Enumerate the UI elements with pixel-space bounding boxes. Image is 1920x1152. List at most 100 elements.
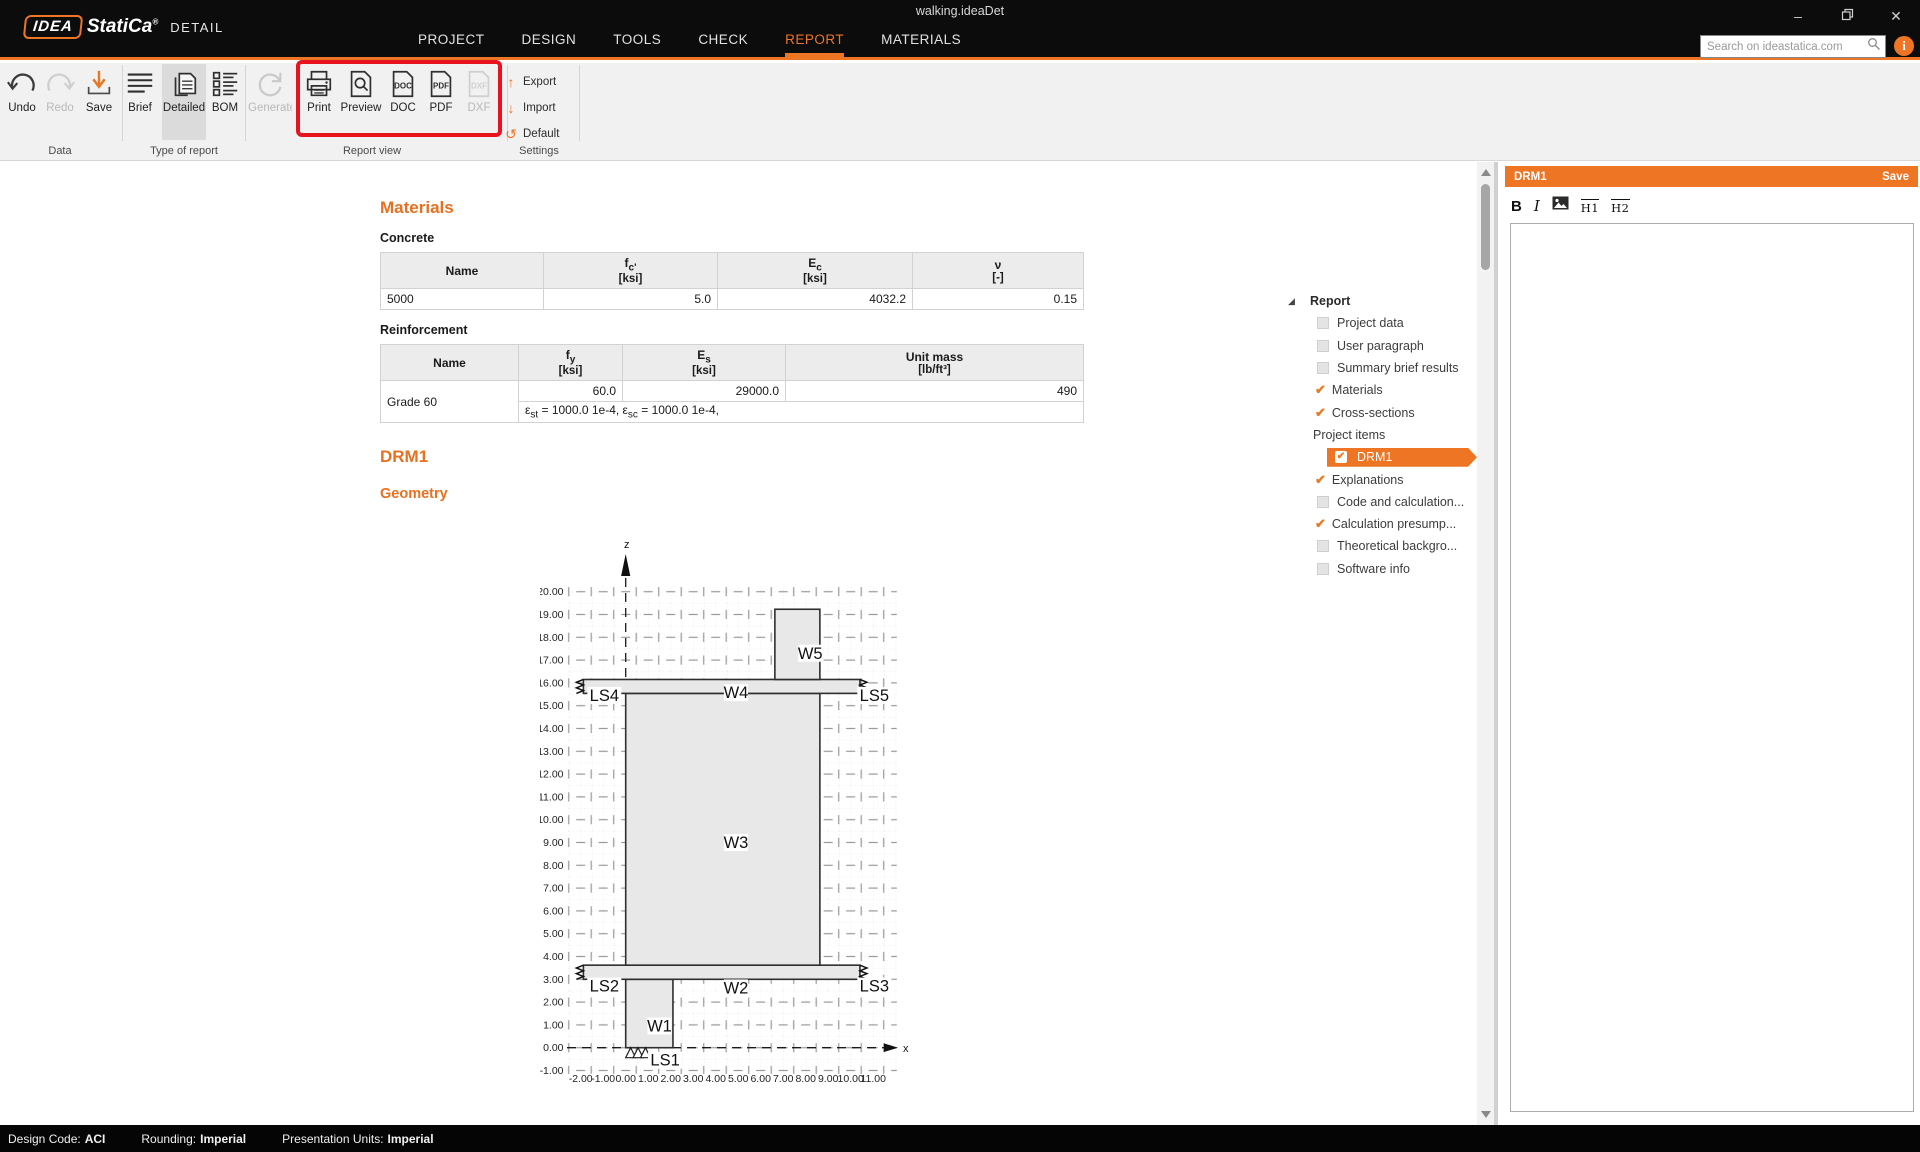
svg-text:11.00: 11.00 [860,1073,886,1085]
tree-item-code-and-calculation[interactable]: Code and calculation... [1285,491,1485,513]
status-design-code: Design Code:ACI [8,1132,105,1146]
tab-project[interactable]: PROJECT [418,26,485,57]
title-bar: walking.ideaDet IDEA StatiCa® DETAIL PRO… [0,0,1920,60]
editor-save-button[interactable]: Save [1882,171,1909,183]
expander-icon[interactable]: ◢ [1285,296,1310,307]
tree-item-calculation-presump[interactable]: ✔Calculation presump... [1285,513,1485,535]
ribbon-separator [245,65,246,141]
scroll-down-icon[interactable] [1481,1111,1491,1118]
checkbox-unchecked-icon[interactable] [1317,362,1329,374]
default-settings-button[interactable]: ↺ Default [505,122,559,146]
tree-item-summary-brief-results[interactable]: Summary brief results [1285,357,1485,379]
wall-W1 [626,979,673,1047]
window-controls: – ✕ [1784,8,1910,25]
scrollbar-thumb[interactable] [1481,184,1490,270]
italic-button[interactable]: I [1534,197,1540,215]
group-label-data: Data [30,145,90,157]
close-button[interactable]: ✕ [1882,8,1910,25]
tree-item-cross-sections[interactable]: ✔Cross-sections [1285,401,1485,423]
preview-button[interactable]: Preview [339,64,383,140]
brief-button[interactable]: Brief [118,64,162,140]
paragraph-text-area[interactable] [1510,223,1914,1112]
tree-item-user-paragraph[interactable]: User paragraph [1285,335,1485,357]
geometry-heading: Geometry [380,486,448,502]
svg-text:9.00: 9.00 [818,1073,839,1085]
svg-text:13.00: 13.00 [540,746,564,758]
col-header-name: Name [381,253,544,289]
bold-button[interactable]: B [1511,198,1522,215]
checkbox-unchecked-icon[interactable] [1317,340,1329,352]
heading2-button[interactable]: H2 [1611,199,1629,215]
wall-W4 [583,679,860,693]
save-button[interactable]: Save [77,64,121,140]
print-button[interactable]: Print [297,64,341,140]
redo-button[interactable]: Redo [38,64,82,140]
export-settings-button[interactable]: ↑ Export [505,70,556,94]
main-menu: PROJECT DESIGN TOOLS CHECK REPORT MATERI… [418,26,961,57]
tree-item-project-items[interactable]: Project items [1285,424,1485,446]
cell-unit-mass: 490 [786,381,1084,402]
reinforcement-table: Name fy[ksi] Es[ksi] Unit mass[lb/ft³] G… [380,344,1084,423]
checkbox-unchecked-icon[interactable] [1317,563,1329,575]
svg-text:3.00: 3.00 [543,974,564,986]
svg-text:4.00: 4.00 [705,1073,726,1085]
tab-materials[interactable]: MATERIALS [881,26,961,57]
tab-check[interactable]: CHECK [698,26,748,57]
col-header-fy: fy[ksi] [519,345,623,381]
web-search-box[interactable] [1700,35,1886,58]
tree-item-project-data[interactable]: Project data [1285,312,1485,334]
checkbox-unchecked-icon[interactable] [1317,496,1329,508]
up-arrow-icon: ↑ [505,74,517,90]
detailed-button[interactable]: Detailed [162,64,206,140]
status-bar: Design Code:ACI Rounding:Imperial Presen… [0,1125,1920,1152]
wall-label-W3: W3 [724,834,749,852]
svg-text:19.00: 19.00 [540,609,564,621]
cell-strain-limits: εst = 1000.0 1e-4, εsc = 1000.0 1e-4, [519,402,1084,423]
svg-text:17.00: 17.00 [540,655,564,667]
tree-item-explanations[interactable]: ✔Explanations [1285,468,1485,490]
checkbox-checked-icon[interactable]: ✔ [1315,405,1326,421]
generate-button[interactable]: Generate [248,64,292,140]
checkbox-checked-icon[interactable]: ✔ [1315,472,1326,488]
import-settings-button[interactable]: ↓ Import [505,96,556,120]
checkbox-unchecked-icon[interactable] [1317,540,1329,552]
minimize-button[interactable]: – [1784,8,1812,25]
tree-item-theoretical-backgro[interactable]: Theoretical backgro... [1285,535,1485,557]
selected-item-flag[interactable]: ✔DRM1 [1327,448,1477,467]
wall-label-W5: W5 [798,645,823,663]
svg-text:2.00: 2.00 [660,1073,681,1085]
restore-button[interactable] [1833,8,1861,25]
cell-fy: 60.0 [519,381,623,402]
tab-design[interactable]: DESIGN [522,26,577,57]
reinforcement-caption: Reinforcement [380,323,468,337]
tree-item-materials[interactable]: ✔Materials [1285,379,1485,401]
svg-text:7.00: 7.00 [543,883,564,895]
dxf-file-icon: DXF [463,67,495,101]
search-input[interactable] [1701,41,1867,53]
svg-text:x: x [903,1043,909,1055]
heading1-button[interactable]: H1 [1581,199,1599,215]
bom-button[interactable]: BOM [203,64,247,140]
checkbox-checked-icon[interactable]: ✔ [1335,451,1347,463]
search-icon[interactable] [1867,37,1885,56]
info-icon[interactable]: i [1894,36,1914,56]
svg-text:DOC: DOC [394,82,412,91]
checkbox-unchecked-icon[interactable] [1317,317,1329,329]
tab-report[interactable]: REPORT [785,26,844,57]
restore-icon [1841,8,1854,21]
svg-text:9.00: 9.00 [543,837,564,849]
insert-image-button[interactable] [1552,196,1569,215]
tree-item-drm1[interactable]: ✔DRM1 [1285,446,1485,468]
dxf-export-button[interactable]: DXF DXF [457,64,501,140]
svg-text:5.00: 5.00 [543,928,564,940]
print-icon [303,67,335,101]
pdf-file-icon: PDF [425,67,457,101]
checkbox-checked-icon[interactable]: ✔ [1315,382,1326,398]
svg-text:10.00: 10.00 [540,814,564,826]
tree-item-report[interactable]: ◢Report [1285,290,1485,312]
scroll-up-icon[interactable] [1481,169,1491,176]
tree-item-software-info[interactable]: Software info [1285,558,1485,580]
checkbox-checked-icon[interactable]: ✔ [1315,516,1326,532]
format-toolbar: B I H1 H2 [1511,193,1630,215]
tab-tools[interactable]: TOOLS [613,26,661,57]
